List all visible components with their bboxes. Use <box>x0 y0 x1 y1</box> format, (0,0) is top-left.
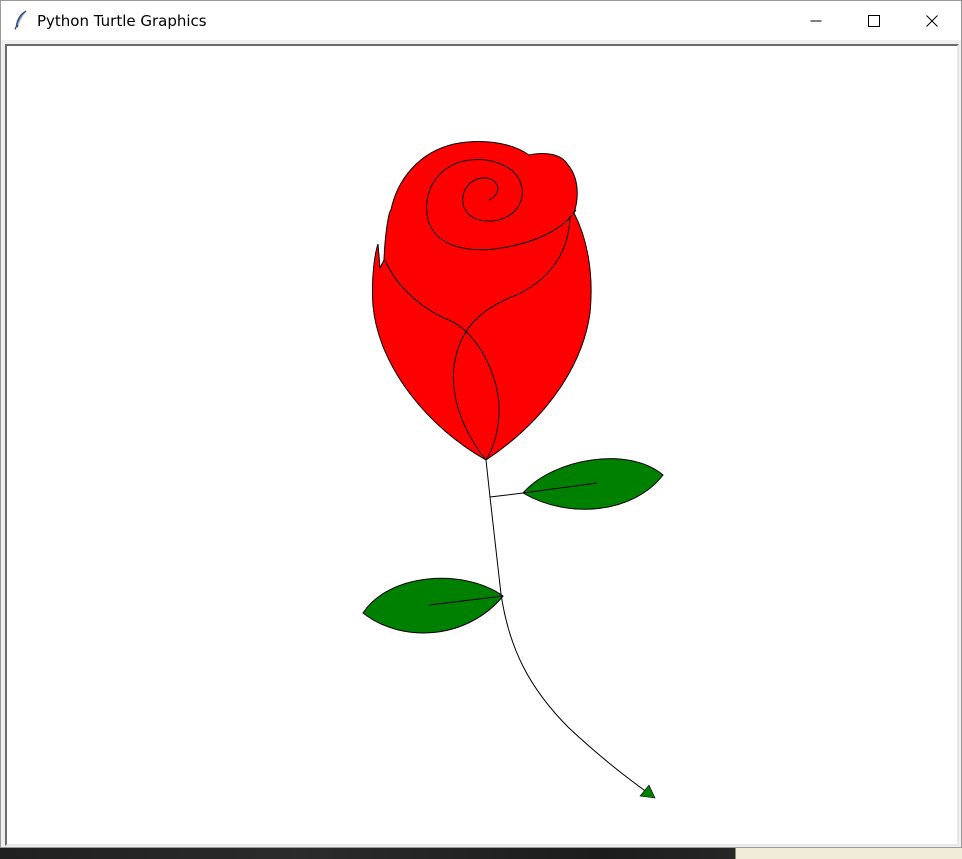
upper-leaf-petiole <box>489 492 524 498</box>
rose-stem <box>485 459 652 796</box>
minimize-icon <box>810 15 822 27</box>
close-icon <box>926 14 938 27</box>
window-title: Python Turtle Graphics <box>37 12 207 30</box>
maximize-icon <box>868 14 880 27</box>
turtle-canvas[interactable] <box>9 48 955 842</box>
desktop-background <box>0 847 962 859</box>
maximize-button[interactable] <box>845 1 903 40</box>
close-button[interactable] <box>903 1 961 40</box>
turtle-window[interactable]: Python Turtle Graphics <box>0 0 962 848</box>
feather-icon <box>13 10 29 30</box>
minimize-button[interactable] <box>787 1 845 40</box>
turtle-arrow-icon <box>639 784 656 799</box>
canvas-frame <box>5 44 959 846</box>
rose-drawing <box>362 141 664 799</box>
title-bar[interactable]: Python Turtle Graphics <box>1 1 961 40</box>
rose-petals <box>372 141 592 461</box>
lower-leaf <box>362 577 504 634</box>
